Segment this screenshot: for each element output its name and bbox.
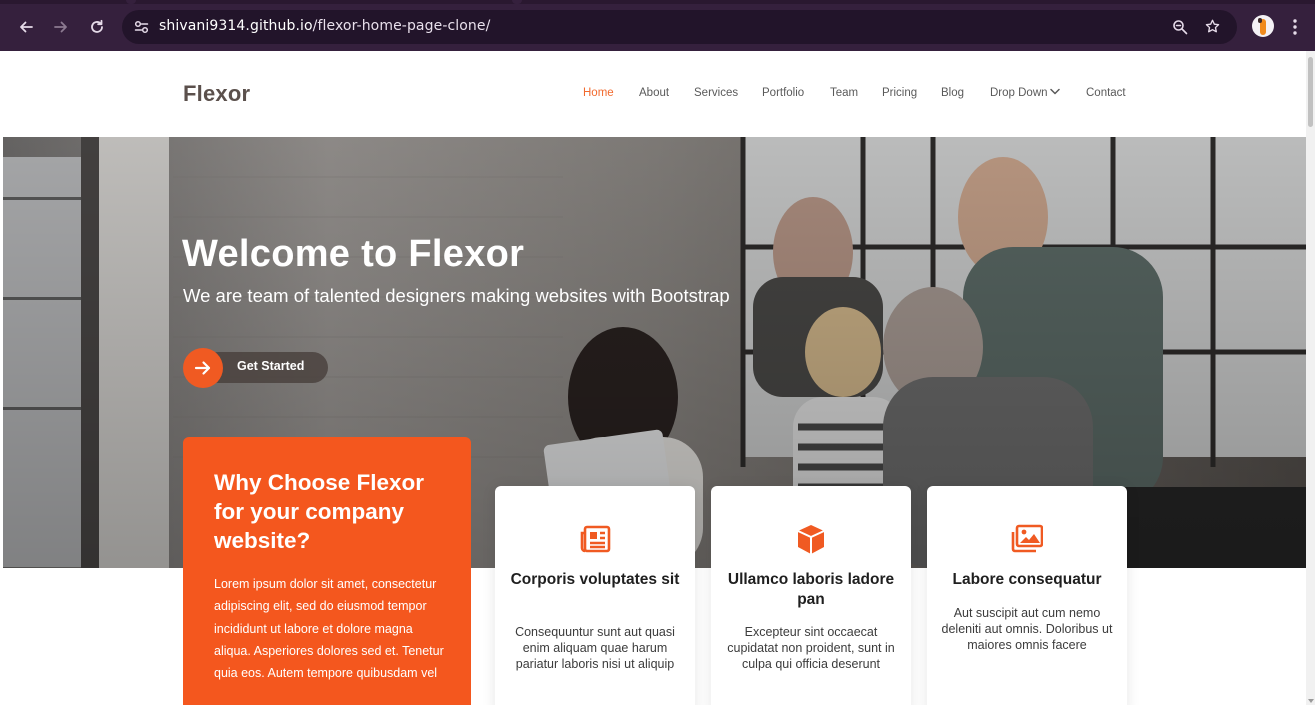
get-started-label: Get Started: [237, 359, 305, 373]
url-host: shivani9314.github.io: [159, 18, 313, 34]
site-settings-icon[interactable]: [134, 20, 149, 34]
why-title: Why Choose Flexor for your company websi…: [214, 470, 425, 553]
get-started-circle: [183, 348, 223, 388]
more-menu-icon[interactable]: [1292, 18, 1298, 36]
bookmark-star-icon[interactable]: [1204, 18, 1221, 35]
back-button[interactable]: [12, 13, 40, 41]
address-bar[interactable]: shivani9314.github.io/flexor-home-page-c…: [122, 10, 1237, 44]
scrollbar-thumb[interactable]: [1308, 57, 1313, 127]
zoom-icon[interactable]: [1172, 19, 1188, 35]
feature-card: Corporis voluptates sit Consequuntur sun…: [495, 486, 695, 705]
site-logo[interactable]: Flexor: [183, 81, 250, 107]
nav-blog[interactable]: Blog: [941, 87, 964, 99]
nav-services[interactable]: Services: [694, 87, 738, 99]
tab-strip: [0, 0, 1315, 4]
card-desc: Consequuntur sunt aut quasi enim aliquam…: [515, 625, 675, 672]
nav-team[interactable]: Team: [830, 87, 858, 99]
card-desc: Excepteur sint occaecat cupidatat non pr…: [727, 625, 895, 672]
card-title: Labore consequatur: [952, 571, 1102, 588]
hero-subtitle: We are team of talented designers making…: [183, 285, 730, 306]
nav-dropdown[interactable]: Drop Down: [990, 87, 1060, 99]
hero-title: Welcome to Flexor: [182, 233, 525, 275]
nav-about[interactable]: About: [639, 87, 669, 99]
nav-home[interactable]: Home: [583, 87, 614, 99]
arrow-right-icon: [54, 21, 67, 33]
newspaper-icon: [580, 525, 611, 553]
page-scrollbar[interactable]: [1306, 51, 1315, 705]
cube-icon: [797, 525, 825, 554]
forward-button[interactable]: [47, 13, 75, 41]
get-started-button[interactable]: Get Started: [183, 348, 328, 388]
url-path: /flexor-home-page-clone/: [312, 18, 491, 34]
nav-pricing[interactable]: Pricing: [882, 87, 917, 99]
nav-dropdown-label: Drop Down: [990, 87, 1048, 99]
site-header: Flexor Home About Services Portfolio Tea…: [3, 51, 1306, 137]
nav-contact[interactable]: Contact: [1086, 87, 1126, 99]
card-title: Corporis voluptates sit: [510, 571, 680, 588]
feature-card: Ullamco laboris ladore pan Excepteur sin…: [711, 486, 911, 705]
images-icon: [1011, 524, 1043, 553]
arrow-left-icon: [20, 21, 33, 33]
feature-card: Labore consequatur Aut suscipit aut cum …: [927, 486, 1127, 705]
browser-toolbar: shivani9314.github.io/flexor-home-page-c…: [0, 0, 1315, 51]
why-choose-box: Why Choose Flexor for your company websi…: [183, 437, 471, 705]
arrow-right-icon: [194, 361, 211, 375]
chevron-down-icon: [1049, 89, 1060, 95]
reload-icon: [91, 19, 103, 33]
card-desc: Aut suscipit aut cum nemo deleniti aut o…: [941, 606, 1113, 653]
nav-portfolio[interactable]: Portfolio: [762, 87, 804, 99]
profile-avatar[interactable]: [1252, 15, 1274, 37]
url-text[interactable]: shivani9314.github.io/flexor-home-page-c…: [159, 18, 490, 34]
reload-button[interactable]: [83, 13, 111, 41]
scroll-down-arrow[interactable]: [1308, 699, 1314, 703]
card-title: Ullamco laboris ladore pan: [727, 571, 895, 608]
why-text: Lorem ipsum dolor sit amet, consectetur …: [214, 577, 444, 681]
